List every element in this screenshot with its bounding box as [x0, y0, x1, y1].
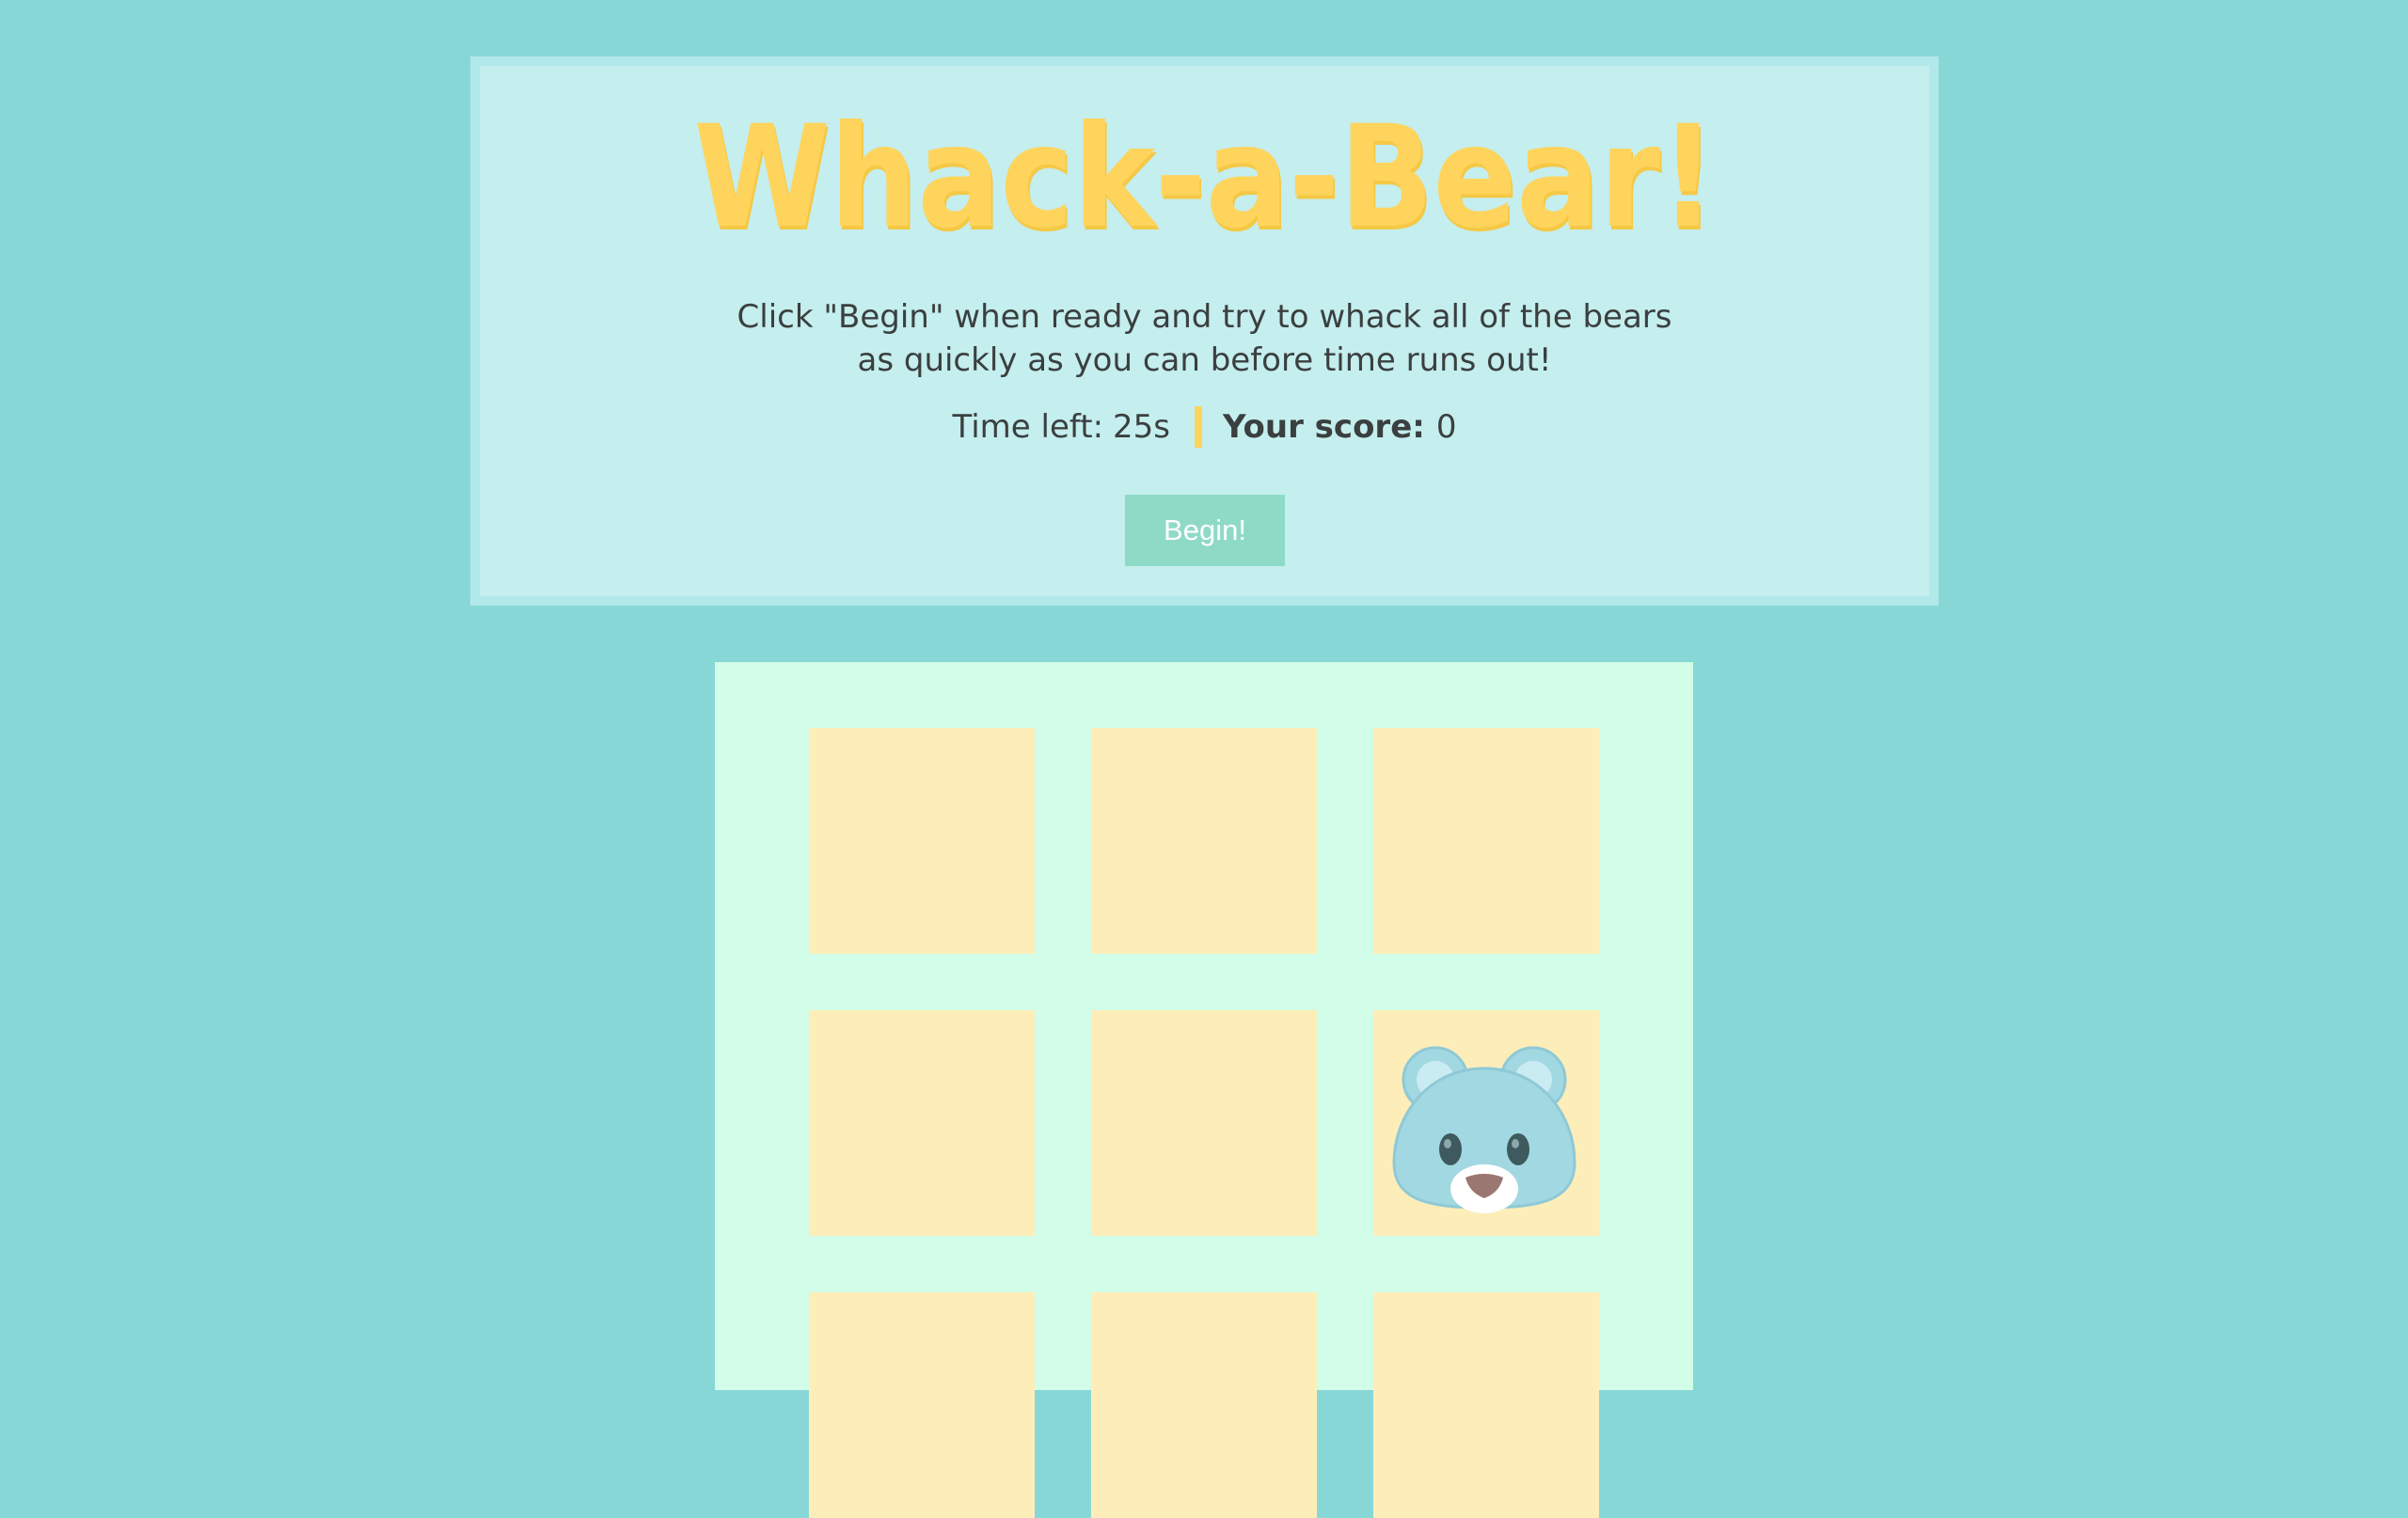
instructions: Click "Begin" when ready and try to whac…: [480, 295, 1929, 382]
stats-divider: [1195, 406, 1203, 448]
hole-9[interactable]: [1373, 1292, 1599, 1518]
hole-1[interactable]: [809, 728, 1035, 954]
stats-bar: Time left: 25s Your score: 0: [480, 404, 1929, 450]
time-left-label: Time left:: [952, 408, 1104, 446]
hole-7[interactable]: [809, 1292, 1035, 1518]
time-left: Time left: 25s: [952, 408, 1170, 446]
hole-4[interactable]: [809, 1010, 1035, 1236]
game-title: Whack-a-Bear!: [693, 96, 1716, 260]
hole-8[interactable]: [1091, 1292, 1317, 1518]
begin-button[interactable]: Begin!: [1125, 495, 1285, 566]
instructions-line-1: Click "Begin" when ready and try to whac…: [737, 298, 1672, 336]
hole-2[interactable]: [1091, 728, 1317, 954]
score: Your score: 0: [1223, 408, 1456, 446]
game-board: [715, 662, 1693, 1518]
header-panel: Whack-a-Bear! Click "Begin" when ready a…: [470, 56, 1939, 606]
hole-3[interactable]: [1373, 728, 1599, 954]
time-left-value: 25s: [1113, 408, 1171, 446]
hole-5[interactable]: [1091, 1010, 1317, 1236]
score-label: Your score:: [1223, 408, 1425, 446]
score-value: 0: [1435, 408, 1457, 446]
instructions-line-2: as quickly as you can before time runs o…: [857, 341, 1552, 379]
bear-face-icon: [1392, 1046, 1576, 1213]
hole-6[interactable]: [1373, 1010, 1599, 1236]
